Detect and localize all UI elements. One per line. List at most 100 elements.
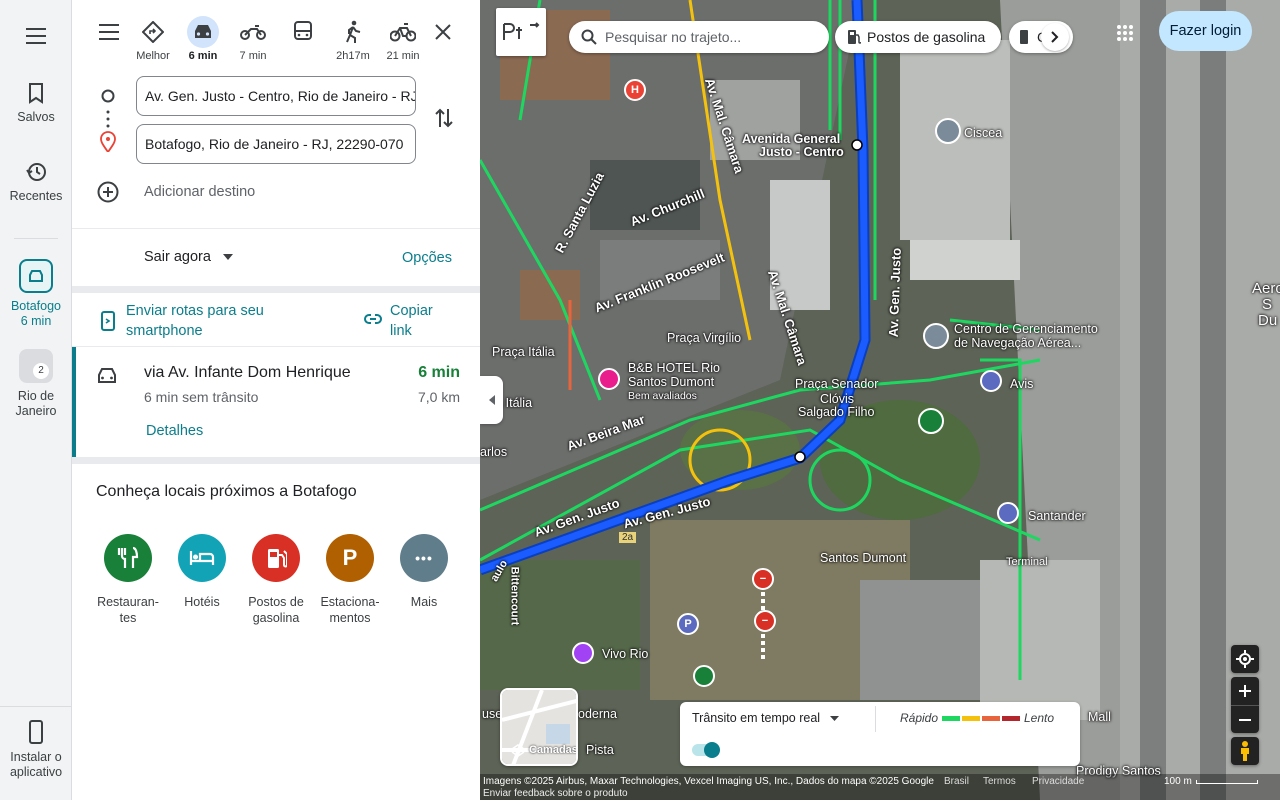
add-destination-button[interactable]: Adicionar destino <box>144 184 255 200</box>
label-praca-italia: Praça Itália <box>492 345 555 359</box>
mode-car-label: 6 min <box>188 50 218 62</box>
origin-input[interactable]: Av. Gen. Justo - Centro, Rio de Janeiro … <box>136 76 416 116</box>
transit-filter-button[interactable] <box>496 8 546 56</box>
collapse-panel-button[interactable] <box>480 376 503 424</box>
route-search-box[interactable]: Pesquisar no trajeto... <box>569 21 829 53</box>
mode-car[interactable]: 6 min <box>178 14 228 62</box>
more-filters-chip[interactable]: C <box>1009 21 1073 53</box>
map-canvas[interactable]: Avenida General Justo - Centro Ciscea Ce… <box>480 0 1280 800</box>
mode-walk[interactable]: 2h17m <box>328 14 378 62</box>
phone-icon <box>29 720 43 744</box>
park-pin-icon[interactable] <box>918 408 944 434</box>
zoom-in-button[interactable] <box>1231 677 1259 705</box>
traffic-dropdown[interactable]: Trânsito em tempo real <box>692 711 839 725</box>
route-shield: 2a <box>619 532 637 543</box>
layers-button[interactable]: Camadas <box>500 688 578 766</box>
route-time: 6 min <box>418 364 460 381</box>
bank-pin-icon[interactable] <box>997 502 1019 524</box>
label-ciscea: Ciscea <box>964 126 1003 140</box>
close-directions-button[interactable] <box>434 23 452 46</box>
my-location-button[interactable] <box>1231 645 1259 673</box>
terms-link[interactable]: Termos <box>983 776 1016 787</box>
attribution-text: Imagens ©2025 Airbus, Maxar Technologies… <box>483 776 934 787</box>
route-distance: 7,0 km <box>417 389 460 405</box>
car-rental-pin-icon[interactable] <box>980 370 1002 392</box>
divider-thick <box>72 286 480 293</box>
trip-botafogo-label: Botafogo <box>10 299 62 313</box>
car-trip-icon <box>19 259 53 293</box>
recent-trip-rio[interactable]: 2 Rio de Janeiro <box>0 349 72 419</box>
sign-in-button[interactable]: Fazer login <box>1159 11 1252 51</box>
copy-link-button[interactable]: Copiar link <box>390 301 433 341</box>
green-pin-icon[interactable] <box>693 665 715 687</box>
label-avenida-2: Justo - Centro <box>759 145 844 159</box>
road-closure-icon[interactable]: − <box>752 568 774 590</box>
road-closure-icon-2[interactable]: − <box>754 610 776 632</box>
depart-time-dropdown[interactable]: Sair agora <box>144 249 233 265</box>
place-pin-icon[interactable] <box>923 323 949 349</box>
nearby-hotels-label: Hotéis <box>184 595 220 609</box>
recent-button[interactable]: Recentes <box>0 161 72 204</box>
hospital-pin-icon[interactable]: H <box>624 79 646 101</box>
country-link[interactable]: Brasil <box>944 776 969 787</box>
nearby-more[interactable]: ••• Mais <box>387 534 461 610</box>
recent-trip-botafogo[interactable]: Botafogo 6 min <box>0 259 72 329</box>
motorcycle-icon <box>240 25 266 40</box>
label-hotel-3: Bem avaliados <box>628 390 697 402</box>
legend-red <box>1002 716 1020 721</box>
place-thumbnail-icon: 2 <box>19 349 53 383</box>
panel-menu-button[interactable] <box>98 22 120 47</box>
gas-stations-chip[interactable]: Postos de gasolina <box>835 21 1001 53</box>
traffic-panel: Trânsito em tempo real Rápido Lento <box>680 702 1080 766</box>
swap-button[interactable] <box>432 106 456 135</box>
saved-button[interactable]: Salvos <box>0 82 72 125</box>
travel-modes: Melhor 6 min 7 min 2h17m 21 min <box>72 14 480 64</box>
nearby-parking[interactable]: P Estaciona- mentos <box>313 534 387 626</box>
nearby-gas[interactable]: Postos de gasolina <box>239 534 313 626</box>
nearby-hotels[interactable]: Hotéis <box>165 534 239 610</box>
chips-next-button[interactable] <box>1041 23 1069 51</box>
plus-icon <box>1239 685 1251 697</box>
menu-button[interactable] <box>0 26 72 52</box>
label-praca-senador-2: Clóvis <box>820 392 855 406</box>
options-button[interactable]: Opções <box>402 250 452 266</box>
privacy-link[interactable]: Privacidade <box>1032 776 1084 787</box>
mode-motorcycle[interactable]: 7 min <box>228 14 278 62</box>
mode-walk-label: 2h17m <box>336 50 370 62</box>
trip-rio-label-1: Rio de <box>17 389 55 403</box>
more-icon: ••• <box>400 534 448 582</box>
layers-icon <box>511 744 525 757</box>
nearby-parking-label-1: Estaciona- <box>320 595 380 609</box>
bicycle-icon <box>390 23 416 42</box>
mode-transit[interactable] <box>278 14 328 50</box>
mode-motorcycle-label: 7 min <box>239 50 267 62</box>
label-praca-senador-1: Praça Senador <box>795 377 879 391</box>
recent-label: Recentes <box>9 189 63 203</box>
route-card[interactable]: via Av. Infante Dom Henrique 6 min 6 min… <box>72 347 480 457</box>
apps-grid-icon[interactable] <box>1116 24 1134 42</box>
dropdown-arrow-icon <box>222 254 233 261</box>
label-praca-virgilio: Praça Virgílio <box>667 331 742 345</box>
government-pin-icon[interactable] <box>935 118 961 144</box>
scale-label[interactable]: 100 m <box>1164 776 1192 787</box>
add-circle-icon[interactable] <box>97 181 119 203</box>
label-hotel-2: Santos Dumont <box>628 375 715 389</box>
legend-slow: Lento <box>1024 711 1055 725</box>
install-app-button[interactable]: Instalar o aplicativo <box>0 720 72 780</box>
venue-pin-icon[interactable] <box>572 642 594 664</box>
details-button[interactable]: Detalhes <box>146 423 203 439</box>
parking-pin-icon[interactable]: P <box>677 613 699 635</box>
traffic-toggle[interactable] <box>692 742 720 758</box>
mode-bicycle[interactable]: 21 min <box>378 14 428 62</box>
nearby-title: Conheça locais próximos a Botafogo <box>96 483 357 500</box>
hamburger-icon <box>99 24 119 40</box>
feedback-link[interactable]: Enviar feedback sobre o produto <box>483 788 628 799</box>
zoom-out-button[interactable] <box>1231 705 1259 733</box>
destination-input[interactable]: Botafogo, Rio de Janeiro - RJ, 22290-070 <box>136 124 416 164</box>
street-view-button[interactable] <box>1231 737 1259 765</box>
send-to-phone-button[interactable]: Enviar rotas para seu smartphone <box>126 301 264 341</box>
mode-best[interactable]: Melhor <box>128 14 178 62</box>
left-rail: Salvos Recentes Botafogo 6 min 2 Rio de … <box>0 0 72 800</box>
nearby-restaurants[interactable]: Restauran- tes <box>91 534 165 626</box>
hotel-pin-icon[interactable] <box>598 368 620 390</box>
